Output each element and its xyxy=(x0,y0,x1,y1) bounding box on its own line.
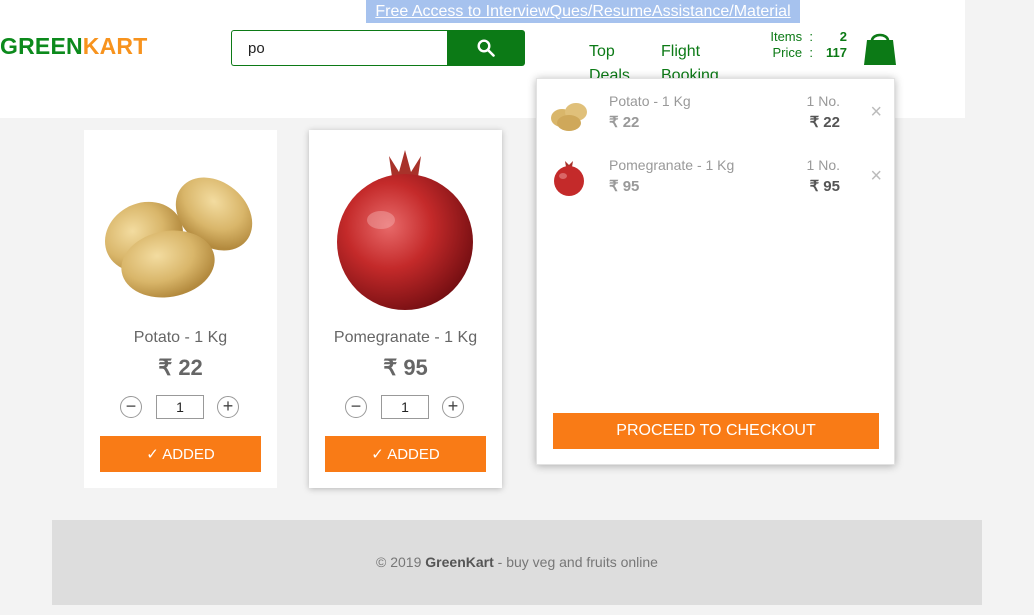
remove-item-button[interactable]: × xyxy=(870,101,882,124)
added-button[interactable]: ✓ ADDED xyxy=(325,436,486,472)
cart-item-qty: 1 No. xyxy=(806,93,840,109)
product-name: Pomegranate - 1 Kg xyxy=(333,329,478,346)
product-name: Potato - 1 Kg xyxy=(133,329,228,346)
quantity-input[interactable] xyxy=(156,395,204,419)
items-label: Items : xyxy=(770,29,813,44)
quantity-stepper: − + xyxy=(309,395,502,419)
decrement-button[interactable]: − xyxy=(120,396,142,418)
pomegranate-thumbnail xyxy=(547,159,591,199)
search-button[interactable] xyxy=(447,30,525,66)
cart-item-price: ₹ 95 xyxy=(609,178,640,195)
product-price: ₹ 95 xyxy=(383,355,428,380)
proceed-to-checkout-button[interactable]: PROCEED TO CHECKOUT xyxy=(553,413,879,449)
cart-summary: Items : 2 Price : 117 xyxy=(755,29,847,61)
brand-logo[interactable]: GREENKART xyxy=(0,33,147,60)
cart-item-potato: Potato - 1 Kg ₹ 22 1 No. ₹ 22 × xyxy=(537,89,894,139)
increment-button[interactable]: + xyxy=(217,396,239,418)
quantity-stepper: − + xyxy=(84,395,277,419)
free-access-link[interactable]: Free Access to InterviewQues/ResumeAssis… xyxy=(366,0,800,23)
potato-image xyxy=(84,142,277,312)
cart-item-price: ₹ 22 xyxy=(609,114,640,131)
search-icon xyxy=(477,39,495,57)
cart-item-pomegranate: Pomegranate - 1 Kg ₹ 95 1 No. ₹ 95 × xyxy=(537,153,894,203)
brand-logo-kart: KART xyxy=(82,33,148,59)
product-price: ₹ 22 xyxy=(158,355,203,380)
price-total: 117 xyxy=(826,45,847,60)
added-button[interactable]: ✓ ADDED xyxy=(100,436,261,472)
footer-brand: GreenKart xyxy=(425,554,494,570)
footer-copyright: © 2019 xyxy=(376,554,422,570)
cart-preview-arrow xyxy=(871,68,891,78)
quantity-input[interactable] xyxy=(381,395,429,419)
cart-item-name: Pomegranate - 1 Kg xyxy=(609,157,735,173)
search-input[interactable] xyxy=(231,30,448,66)
product-card-potato: Potato - 1 Kg ₹ 22 − + ✓ ADDED xyxy=(84,130,277,488)
footer: © 2019 GreenKart - buy veg and fruits on… xyxy=(52,520,982,605)
cart-icon[interactable] xyxy=(862,28,898,66)
product-card-pomegranate: Pomegranate - 1 Kg ₹ 95 − + ✓ ADDED xyxy=(309,130,502,488)
footer-tagline: - buy veg and fruits online xyxy=(497,554,658,570)
brand-logo-green: GREEN xyxy=(0,33,83,59)
remove-item-button[interactable]: × xyxy=(870,165,882,188)
cart-item-qty: 1 No. xyxy=(806,157,840,173)
pomegranate-image xyxy=(309,142,502,312)
cart-item-amount: ₹ 95 xyxy=(809,178,840,195)
cart-item-name: Potato - 1 Kg xyxy=(609,93,691,109)
increment-button[interactable]: + xyxy=(442,396,464,418)
decrement-button[interactable]: − xyxy=(345,396,367,418)
cart-item-amount: ₹ 22 xyxy=(809,114,840,131)
search-form xyxy=(231,30,525,66)
potato-thumbnail xyxy=(547,95,591,135)
items-count: 2 xyxy=(839,29,847,44)
cart-preview: Potato - 1 Kg ₹ 22 1 No. ₹ 22 × Pomegran… xyxy=(536,78,895,465)
price-label: Price : xyxy=(772,45,813,60)
